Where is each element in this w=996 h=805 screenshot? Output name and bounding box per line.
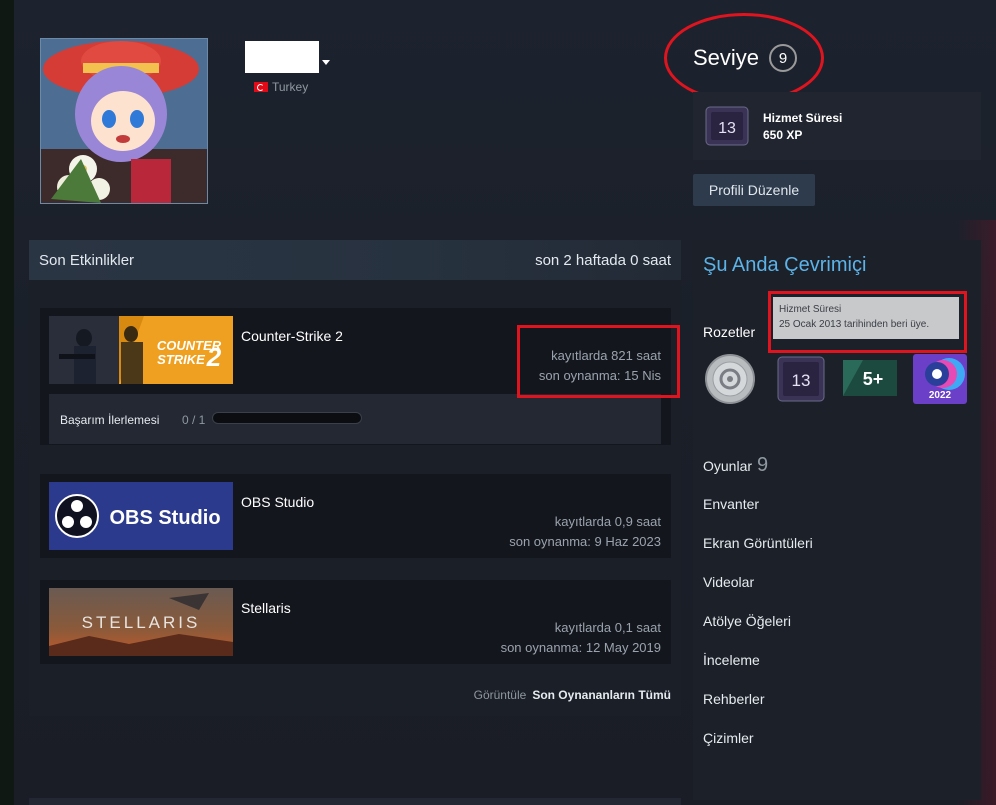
game-name[interactable]: Counter-Strike 2 [241, 328, 343, 344]
next-panel-edge [29, 798, 681, 805]
years-of-service-badge-icon[interactable]: 13 [777, 356, 825, 402]
obs-capsule-image[interactable]: OBS Studio [49, 482, 233, 550]
sidebar-item-inventory[interactable]: Envanter [703, 496, 759, 512]
sidebar-item-artwork[interactable]: Çizimler [703, 730, 754, 746]
svg-text:13: 13 [792, 371, 811, 390]
sidebar-item-workshop[interactable]: Atölye Öğeleri [703, 613, 791, 629]
profile-avatar[interactable] [40, 38, 208, 204]
recent-activity-title: Son Etkinlikler [39, 252, 135, 269]
turkey-flag-icon [254, 82, 268, 92]
sidebar-item-screenshots[interactable]: Ekran Görüntüleri [703, 535, 813, 551]
game-name[interactable]: Stellaris [241, 600, 291, 616]
game-hours: kayıtlarda 0,1 saat [554, 620, 661, 635]
tooltip-highlight-box [768, 291, 967, 353]
view-all-prefix: Görüntüle [473, 688, 527, 702]
svg-text:5+: 5+ [863, 369, 884, 389]
anime-avatar-image [41, 39, 207, 203]
favorite-badge-box[interactable]: 13 Hizmet Süresi 650 XP [693, 92, 981, 160]
games-label: Oyunlar [703, 458, 753, 474]
profile-name-redacted [245, 41, 319, 73]
game-last-played: son oynanma: 9 Haz 2023 [509, 534, 661, 549]
badges-link[interactable]: Rozetler [703, 324, 755, 340]
recent-activity-panel: Son Etkinlikler son 2 haftada 0 saat COU… [29, 240, 681, 716]
game-hours: kayıtlarda 0,9 saat [554, 514, 661, 529]
obs-logo-text: OBS Studio [109, 507, 220, 529]
country-label: Turkey [272, 80, 309, 94]
view-all-recent: Görüntüle Son Oynananların Tümü [474, 688, 671, 702]
recent-activity-hours: son 2 haftada 0 saat [535, 252, 671, 269]
cs2-capsule-image[interactable]: COUNTER STRIKE 2 [49, 316, 233, 384]
name-dropdown-icon[interactable] [322, 60, 330, 65]
stellaris-capsule-image[interactable]: STELLARIS [49, 588, 233, 656]
sidebar-item-reviews[interactable]: İnceleme [703, 652, 760, 668]
achievement-progress-bar [212, 412, 362, 424]
profile-country: Turkey [254, 80, 308, 94]
online-status: Şu Anda Çevrimiçi [703, 254, 867, 276]
sidebar-item-guides[interactable]: Rehberler [703, 691, 764, 707]
edit-profile-button[interactable]: Profili Düzenle [693, 174, 815, 206]
years-of-service-badge-icon: 13 [705, 106, 749, 146]
achievement-progress[interactable]: Başarım İlerlemesi 0 / 1 [49, 394, 661, 444]
left-edge-strip [0, 0, 14, 805]
games-count: 9 [757, 454, 769, 476]
steam-2022-badge-icon[interactable]: 2022 [913, 354, 967, 404]
recent-activity-header: Son Etkinlikler son 2 haftada 0 saat [29, 240, 681, 280]
game-last-played: son oynanma: 12 May 2019 [500, 640, 661, 655]
svg-text:2022: 2022 [929, 390, 952, 401]
view-all-link[interactable]: Son Oynananların Tümü [532, 688, 671, 702]
achievement-label: Başarım İlerlemesi [60, 413, 160, 427]
achievement-count: 0 / 1 [182, 413, 206, 427]
games-link[interactable]: Oyunlar 9 [703, 454, 768, 477]
stellaris-logo-text: STELLARIS [82, 613, 201, 632]
level-highlight-ring [664, 13, 824, 103]
steam-coin-badge-icon[interactable] [705, 354, 755, 404]
game-name[interactable]: OBS Studio [241, 494, 314, 510]
xp-badge-title: Hizmet Süresi [763, 111, 843, 125]
game-row-stellaris: STELLARIS Stellaris kayıtlarda 0,1 saat … [40, 580, 671, 664]
sidebar-item-videos[interactable]: Videolar [703, 574, 754, 590]
svg-text:STRIKE: STRIKE [157, 352, 205, 367]
xp-value: 650 XP [763, 128, 803, 142]
xp-badge-number: 13 [718, 120, 736, 137]
game-row-obs: OBS Studio OBS Studio kayıtlarda 0,9 saa… [40, 474, 671, 558]
svg-text:2: 2 [206, 342, 222, 372]
cs2-hours-highlight-box [517, 325, 680, 398]
five-plus-badge-icon[interactable]: 5+ [843, 360, 897, 396]
